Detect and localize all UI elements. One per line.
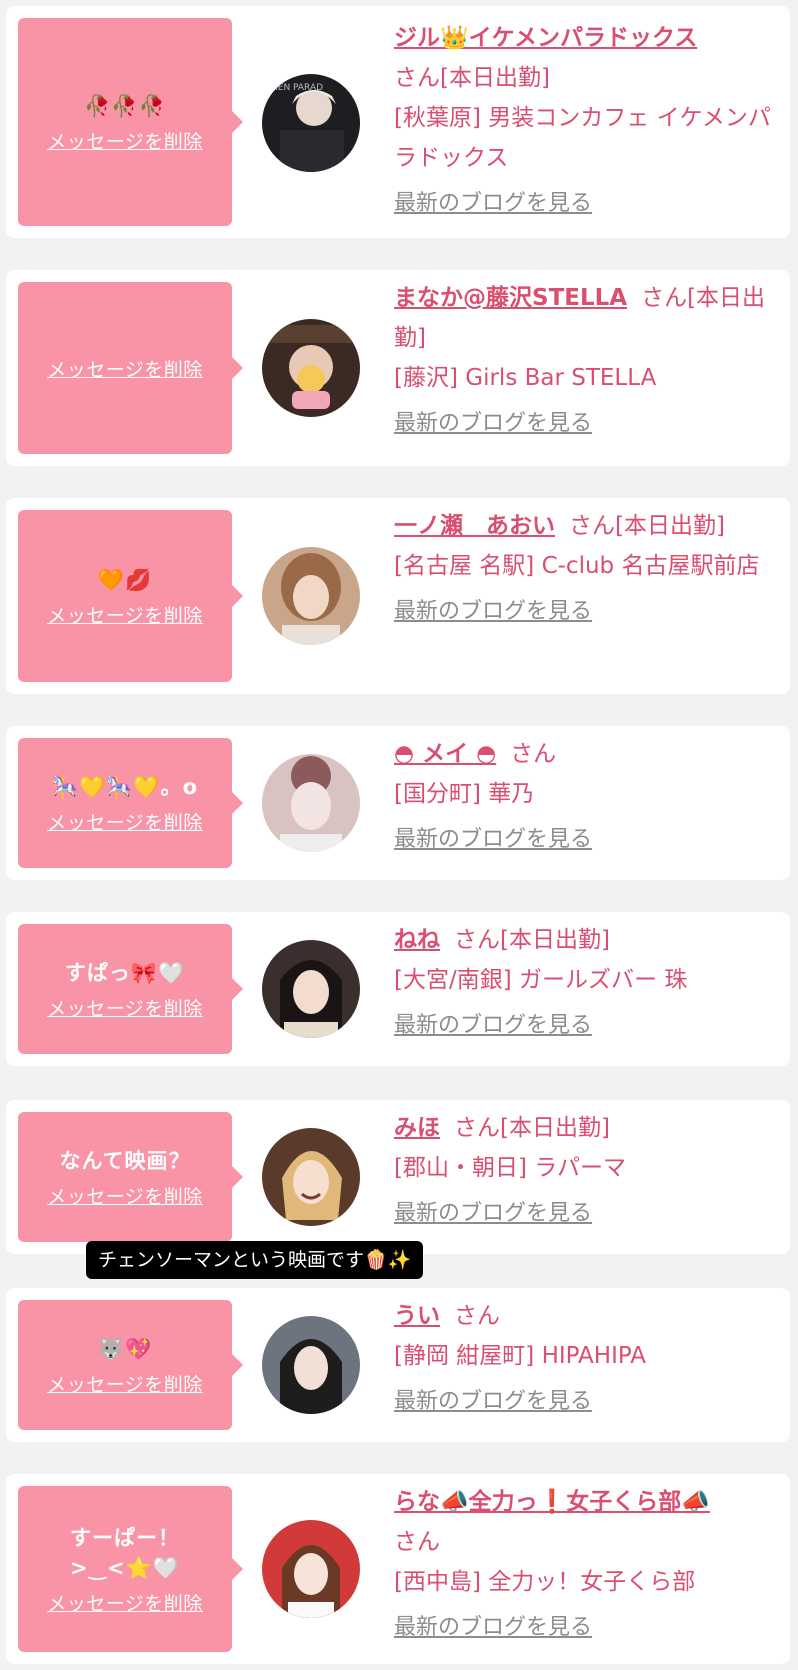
avatar[interactable] bbox=[262, 1128, 360, 1226]
honorific: さん bbox=[569, 513, 615, 539]
delete-message-link[interactable]: メッセージを削除 bbox=[47, 601, 203, 628]
avatar[interactable] bbox=[262, 1520, 360, 1618]
status-badge: [本日出勤] bbox=[615, 513, 725, 539]
shop-name: [国分町] 華乃 bbox=[394, 781, 535, 807]
girl-info: ◓ メイ ◓ さん [国分町] 華乃 最新のブログを見る bbox=[394, 734, 784, 860]
message-text: すーぱー！>‿<⭐🤍 bbox=[70, 1525, 180, 1580]
message-bubble: メッセージを削除 bbox=[18, 282, 243, 454]
message-text: 🥀🥀🥀 bbox=[84, 93, 166, 118]
honorific: さん bbox=[454, 1115, 500, 1141]
honorific: さん bbox=[641, 285, 688, 311]
latest-blog-link[interactable]: 最新のブログを見る bbox=[394, 1006, 784, 1046]
delete-message-link[interactable]: メッセージを削除 bbox=[47, 127, 203, 154]
svg-text:MEN PARAD: MEN PARAD bbox=[270, 83, 323, 93]
girl-info: ジル👑イケメンパラドックス さん[本日出勤] [秋葉原] 男装コンカフェ イケメ… bbox=[394, 18, 784, 224]
girl-name-link[interactable]: ジル👑イケメンパラドックス bbox=[394, 25, 697, 51]
message-bubble: なんて映画？ メッセージを削除 bbox=[18, 1112, 243, 1242]
girl-name-link[interactable]: 一ノ瀬 あおい bbox=[394, 513, 555, 539]
avatar[interactable] bbox=[262, 319, 360, 417]
girl-name-link[interactable]: まなか@藤沢STELLA bbox=[394, 285, 627, 311]
message-text: 🐺💖 bbox=[97, 1336, 153, 1361]
avatar[interactable] bbox=[262, 754, 360, 852]
message-card: 🐺💖 メッセージを削除 うい さん [静岡 紺屋町] HIPAHIPA 最新のブロ… bbox=[6, 1288, 790, 1442]
girl-name-link[interactable]: みほ bbox=[394, 1115, 440, 1141]
shop-name: [名古屋 名駅] C-club 名古屋駅前店 bbox=[394, 553, 760, 579]
message-card: 🥀🥀🥀 メッセージを削除 MEN PARAD ジル👑イケメンパラドックス さん[… bbox=[6, 6, 790, 238]
girl-info: ねね さん[本日出勤] [大宮/南銀] ガールズバー 珠 最新のブログを見る bbox=[394, 920, 784, 1046]
shop-name: [西中島] 全力ッ！女子くら部 bbox=[394, 1569, 696, 1595]
shop-name: [藤沢] Girls Bar STELLA bbox=[394, 365, 657, 391]
latest-blog-link[interactable]: 最新のブログを見る bbox=[394, 404, 784, 444]
delete-message-link[interactable]: メッセージを削除 bbox=[47, 1182, 203, 1209]
message-bubble: すーぱー！>‿<⭐🤍 メッセージを削除 bbox=[18, 1486, 243, 1652]
latest-blog-link[interactable]: 最新のブログを見る bbox=[394, 1608, 784, 1648]
girl-info: まなか@藤沢STELLA さん[本日出勤] [藤沢] Girls Bar STEL… bbox=[394, 278, 784, 444]
latest-blog-link[interactable]: 最新のブログを見る bbox=[394, 1194, 784, 1234]
latest-blog-link[interactable]: 最新のブログを見る bbox=[394, 1382, 784, 1422]
shop-name: [大宮/南銀] ガールズバー 珠 bbox=[394, 967, 688, 993]
status-badge: [本日出勤] bbox=[500, 927, 610, 953]
honorific: さん bbox=[510, 741, 557, 767]
latest-blog-link[interactable]: 最新のブログを見る bbox=[394, 184, 784, 224]
message-card: すーぱー！>‿<⭐🤍 メッセージを削除 らな📣全力っ❗女子くら部📣 さん [西中… bbox=[6, 1474, 790, 1664]
delete-message-link[interactable]: メッセージを削除 bbox=[47, 994, 203, 1021]
status-badge: [本日出勤] bbox=[500, 1115, 610, 1141]
shop-name: [秋葉原] 男装コンカフェ イケメンパラドックス bbox=[394, 105, 771, 171]
girl-info: らな📣全力っ❗女子くら部📣 さん [西中島] 全力ッ！女子くら部 最新のブログを… bbox=[394, 1482, 784, 1648]
message-card: すぱっ🎀🤍 メッセージを削除 ねね さん[本日出勤] [大宮/南銀] ガールズバー… bbox=[6, 912, 790, 1066]
shop-name: [郡山・朝日] ラパーマ bbox=[394, 1155, 627, 1181]
latest-blog-link[interactable]: 最新のブログを見る bbox=[394, 592, 784, 632]
girl-name-link[interactable]: らな📣全力っ❗女子くら部📣 bbox=[394, 1489, 710, 1515]
message-card: 🧡💋 メッセージを削除 一ノ瀬 あおい さん[本日出勤] [名古屋 名駅] C-c… bbox=[6, 498, 790, 694]
avatar[interactable]: MEN PARAD bbox=[262, 74, 360, 172]
girl-name-link[interactable]: ねね bbox=[394, 927, 440, 953]
message-card: メッセージを削除 まなか@藤沢STELLA さん[本日出勤] [藤沢] Girls… bbox=[6, 270, 790, 466]
honorific: さん bbox=[394, 1529, 440, 1555]
message-bubble: 🐺💖 メッセージを削除 bbox=[18, 1300, 243, 1430]
shop-name: [静岡 紺屋町] HIPAHIPA bbox=[394, 1343, 646, 1369]
girl-info: みほ さん[本日出勤] [郡山・朝日] ラパーマ 最新のブログを見る bbox=[394, 1108, 784, 1234]
message-text: 🎠💛🎠💛。o bbox=[51, 774, 199, 799]
delete-message-link[interactable]: メッセージを削除 bbox=[47, 355, 203, 382]
message-card: 🎠💛🎠💛。o メッセージを削除 ◓ メイ ◓ さん [国分町] 華乃 最新のブログ… bbox=[6, 726, 790, 880]
message-bubble: 🎠💛🎠💛。o メッセージを削除 bbox=[18, 738, 243, 868]
girl-name-link[interactable]: うい bbox=[394, 1303, 440, 1329]
delete-message-link[interactable]: メッセージを削除 bbox=[47, 808, 203, 835]
avatar[interactable] bbox=[262, 940, 360, 1038]
message-bubble: 🧡💋 メッセージを削除 bbox=[18, 510, 243, 682]
honorific: さん bbox=[454, 927, 500, 953]
avatar[interactable] bbox=[262, 547, 360, 645]
delete-message-link[interactable]: メッセージを削除 bbox=[47, 1370, 203, 1397]
message-bubble: 🥀🥀🥀 メッセージを削除 bbox=[18, 18, 243, 226]
message-text: なんて映画？ bbox=[59, 1148, 191, 1173]
message-text: すぱっ🎀🤍 bbox=[64, 960, 186, 985]
reply-tooltip: チェンソーマンという映画です🍿✨ bbox=[86, 1241, 424, 1279]
latest-blog-link[interactable]: 最新のブログを見る bbox=[394, 820, 784, 860]
message-text: 🧡💋 bbox=[97, 567, 153, 592]
avatar[interactable] bbox=[262, 1316, 360, 1414]
girl-info: うい さん [静岡 紺屋町] HIPAHIPA 最新のブログを見る bbox=[394, 1296, 784, 1422]
honorific: さん bbox=[454, 1303, 500, 1329]
girl-info: 一ノ瀬 あおい さん[本日出勤] [名古屋 名駅] C-club 名古屋駅前店 最… bbox=[394, 506, 784, 632]
status-badge: [本日出勤] bbox=[440, 65, 550, 91]
delete-message-link[interactable]: メッセージを削除 bbox=[47, 1589, 203, 1616]
message-bubble: すぱっ🎀🤍 メッセージを削除 bbox=[18, 924, 243, 1054]
honorific: さん bbox=[394, 65, 440, 91]
girl-name-link[interactable]: ◓ メイ ◓ bbox=[394, 741, 496, 767]
message-card: なんて映画？ メッセージを削除 みほ さん[本日出勤] [郡山・朝日] ラパーマ … bbox=[6, 1100, 790, 1254]
